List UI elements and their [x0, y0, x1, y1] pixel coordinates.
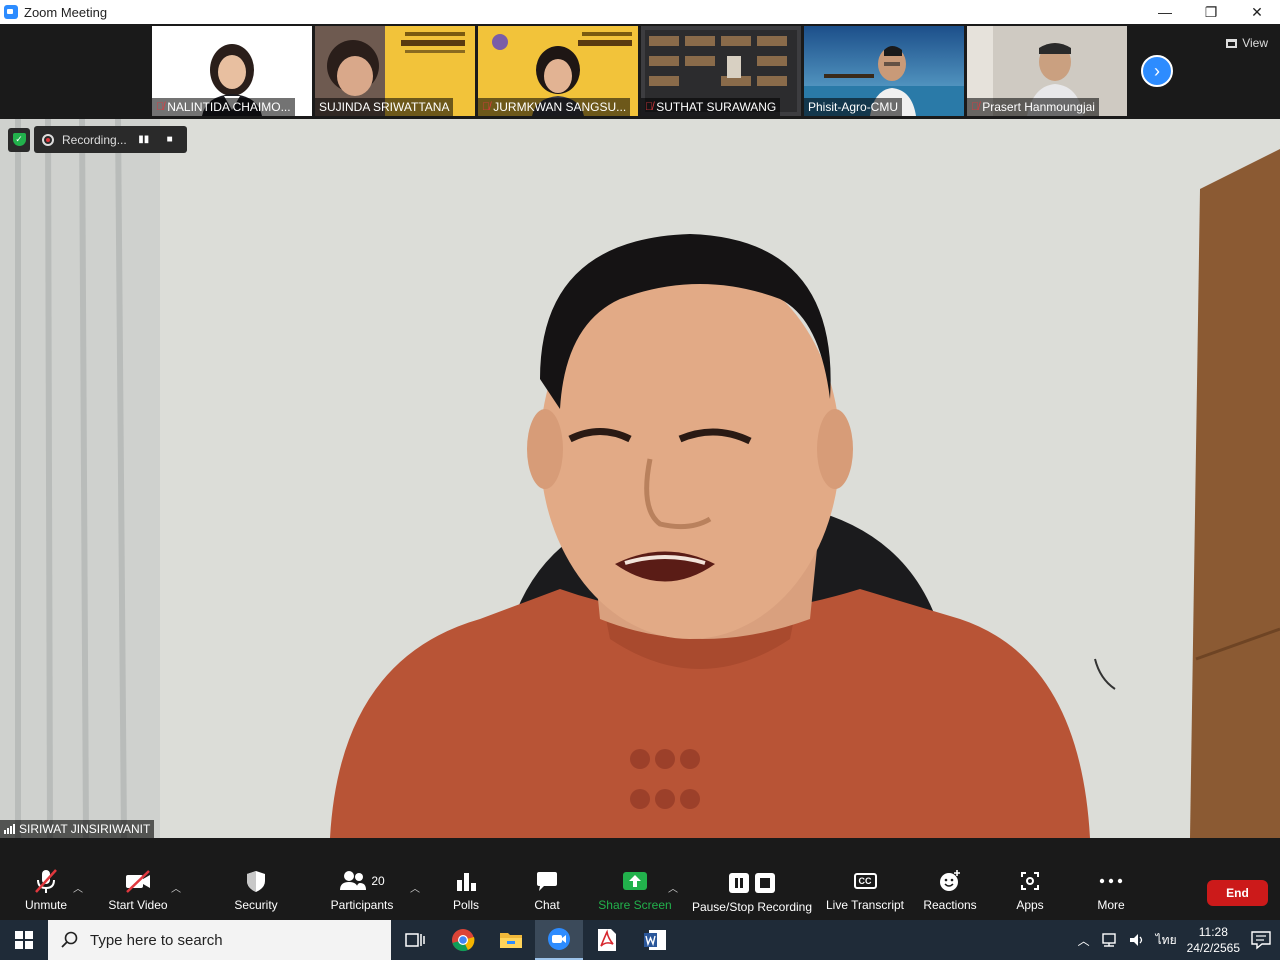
window-titlebar: Zoom Meeting — ❐ ✕: [0, 0, 1280, 24]
zoom-app-icon: [4, 5, 18, 19]
security-button[interactable]: Security: [211, 868, 301, 912]
recording-dot-icon: [42, 133, 54, 146]
stop-icon: [755, 873, 775, 893]
participant-name-tag: 🎙̸ NALINTIDA CHAIMO...: [152, 98, 295, 116]
reactions-button[interactable]: Reactions: [905, 868, 995, 912]
live-transcript-button[interactable]: CC Live Transcript: [820, 868, 910, 912]
video-options-caret[interactable]: ︿: [171, 880, 181, 895]
participant-name-tag: 🎙̸ Prasert Hanmoungjai: [967, 98, 1099, 116]
next-page-button[interactable]: ›: [1141, 55, 1173, 87]
audio-options-caret[interactable]: ︿: [73, 880, 83, 895]
chat-icon: [537, 872, 557, 891]
video-off-icon: [126, 870, 150, 893]
taskbar-chrome[interactable]: [439, 920, 487, 960]
tray-overflow-icon[interactable]: ︿: [1078, 932, 1090, 949]
mic-muted-icon: 🎙̸: [482, 101, 491, 113]
taskbar-file-explorer[interactable]: [487, 920, 535, 960]
search-placeholder: Type here to search: [90, 931, 223, 949]
input-language[interactable]: ไทย: [1156, 931, 1177, 950]
mic-muted-icon: [35, 869, 57, 893]
shield-icon: [247, 871, 265, 892]
zoom-icon: [548, 928, 570, 950]
speaker-video-frame: [0, 119, 1280, 838]
chevron-right-icon: ›: [1154, 60, 1160, 81]
task-view-button[interactable]: [391, 920, 439, 960]
mic-muted-icon: 🎙̸: [645, 101, 654, 113]
participant-tile[interactable]: Phisit-Agro-CMU: [804, 26, 964, 116]
encryption-badge[interactable]: ✓: [8, 127, 30, 152]
participants-options-caret[interactable]: ︿: [410, 880, 420, 895]
taskbar-clock[interactable]: 11:28 24/2/2565: [1187, 924, 1240, 956]
folder-icon: [500, 933, 522, 948]
gallery-strip: 🎙̸ NALINTIDA CHAIMO... SUJINDA SRIWATTAN…: [0, 24, 1280, 119]
minimize-button[interactable]: —: [1142, 0, 1188, 24]
grid-view-icon: [1226, 38, 1238, 48]
participant-name-tag: Phisit-Agro-CMU: [804, 98, 903, 116]
participant-name-tag: 🎙̸ JURMKWAN SANGSU...: [478, 98, 631, 116]
windows-taskbar: Type here to search ︿ ไทย 11:28 24/2/256…: [0, 920, 1280, 960]
apps-button[interactable]: Apps: [985, 868, 1075, 912]
participants-button[interactable]: 20 Participants: [317, 868, 407, 912]
shield-check-icon: ✓: [12, 133, 26, 146]
participant-name-tag: 🎙̸ SUTHAT SURAWANG: [641, 98, 781, 116]
more-dots-icon: [1099, 878, 1123, 884]
close-button[interactable]: ✕: [1234, 0, 1280, 24]
share-options-caret[interactable]: ︿: [668, 880, 678, 895]
end-meeting-button[interactable]: End: [1207, 880, 1268, 906]
participants-icon: [340, 871, 367, 890]
share-screen-icon: [623, 872, 647, 890]
active-speaker-video: [0, 119, 1280, 838]
restore-button[interactable]: ❐: [1188, 0, 1234, 24]
participants-count: 20: [371, 874, 385, 888]
share-screen-button[interactable]: Share Screen: [590, 868, 680, 912]
mic-muted-icon: 🎙̸: [156, 101, 165, 113]
taskbar-acrobat[interactable]: [583, 920, 631, 960]
signal-strength-icon: [4, 824, 15, 834]
taskbar-search-box[interactable]: Type here to search: [48, 920, 391, 960]
clock-date: 24/2/2565: [1186, 941, 1240, 955]
system-tray: ︿ ไทย 11:28 24/2/2565: [1078, 920, 1280, 960]
pause-stop-recording-button[interactable]: Pause/Stop Recording: [690, 870, 814, 914]
recording-indicator: ✓ Recording... ▮▮ ■: [8, 126, 187, 153]
task-view-icon: [405, 933, 425, 947]
word-icon: [644, 930, 666, 950]
polls-button[interactable]: Polls: [421, 868, 511, 912]
chat-button[interactable]: Chat: [502, 868, 592, 912]
recording-label: Recording...: [62, 132, 127, 147]
start-video-button[interactable]: Start Video: [93, 868, 183, 912]
participant-tile[interactable]: 🎙̸ JURMKWAN SANGSU...: [478, 26, 638, 116]
start-button[interactable]: [0, 920, 48, 960]
chrome-icon: [452, 929, 475, 952]
participant-tile[interactable]: 🎙̸ NALINTIDA CHAIMO...: [152, 26, 312, 116]
meeting-toolbar: Unmute ︿ Start Video ︿ Security 20 Parti…: [0, 838, 1280, 920]
reactions-icon: [940, 870, 960, 891]
clock-time: 11:28: [1198, 925, 1228, 939]
pause-recording-button[interactable]: ▮▮: [135, 131, 153, 149]
recording-pill: Recording... ▮▮ ■: [34, 126, 187, 153]
taskbar-zoom[interactable]: [535, 920, 583, 960]
view-button[interactable]: View: [1226, 36, 1268, 50]
windows-logo-icon: [15, 931, 33, 949]
closed-captions-icon: CC: [853, 873, 877, 889]
pdf-icon: [598, 929, 616, 951]
polls-icon: [457, 873, 476, 891]
search-icon: [61, 931, 78, 948]
volume-icon[interactable]: [1128, 932, 1146, 948]
stop-recording-button[interactable]: ■: [161, 131, 179, 149]
window-title: Zoom Meeting: [24, 4, 108, 20]
participant-tile[interactable]: 🎙̸ Prasert Hanmoungjai: [967, 26, 1127, 116]
more-button[interactable]: More: [1066, 868, 1156, 912]
notifications-icon[interactable]: [1250, 930, 1272, 950]
participant-name-tag: SUJINDA SRIWATTANA: [315, 98, 454, 116]
apps-icon: [1021, 872, 1039, 890]
mic-muted-icon: 🎙̸: [971, 101, 980, 113]
participant-tile[interactable]: 🎙̸ SUTHAT SURAWANG: [641, 26, 801, 116]
taskbar-word[interactable]: [631, 920, 679, 960]
network-icon[interactable]: [1100, 932, 1118, 948]
active-speaker-name-tag: SIRIWAT JINSIRIWANIT: [0, 820, 155, 838]
participant-tile[interactable]: SUJINDA SRIWATTANA: [315, 26, 475, 116]
pause-icon: [729, 873, 749, 893]
